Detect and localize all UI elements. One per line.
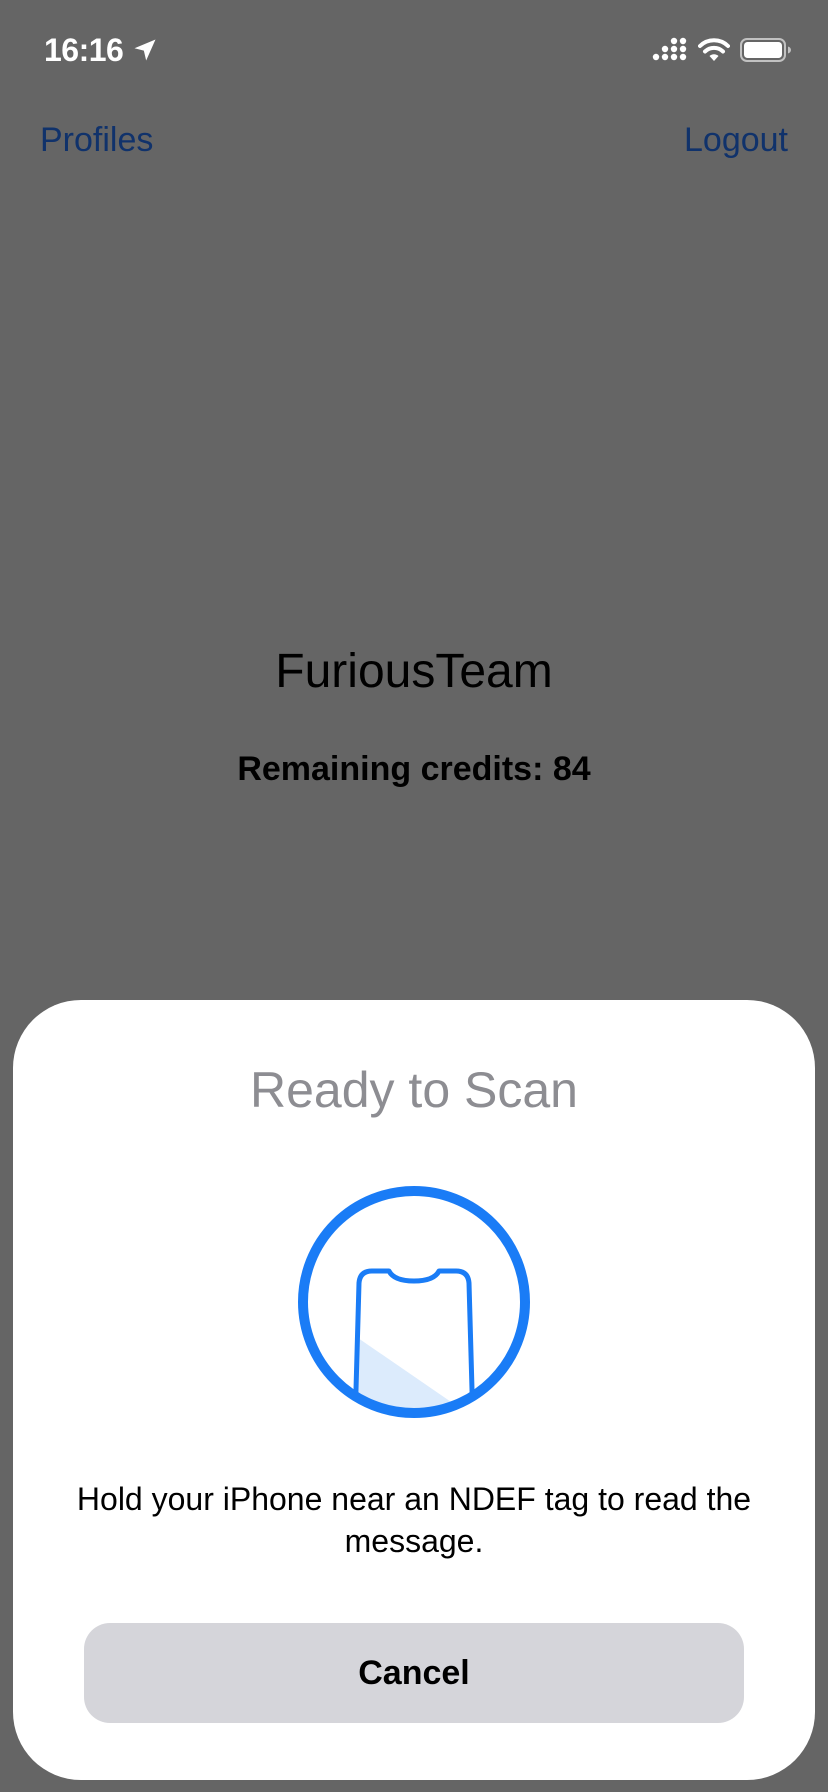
status-time: 16:16: [44, 31, 124, 68]
team-name: FuriousTeam: [275, 645, 553, 698]
phone-scan-icon: [298, 1186, 530, 1418]
nfc-scan-sheet: Ready to Scan Hold your iPhone near an N…: [13, 1000, 815, 1780]
remaining-credits: Remaining credits: 84: [237, 750, 591, 788]
location-arrow-icon: [134, 39, 156, 61]
wifi-icon: [698, 38, 730, 61]
cellular-signal-icon: [652, 37, 687, 61]
battery-icon: [740, 38, 791, 62]
cancel-button[interactable]: Cancel: [84, 1623, 744, 1723]
logout-button[interactable]: Logout: [684, 120, 788, 160]
scan-instruction: Hold your iPhone near an NDEF tag to rea…: [76, 1481, 752, 1559]
profiles-button[interactable]: Profiles: [40, 120, 153, 160]
status-indicators: [652, 34, 792, 66]
sheet-title: Ready to Scan: [250, 1062, 578, 1118]
status-bar: 16:16: [0, 0, 828, 100]
navigation-bar: Profiles Logout: [0, 112, 828, 168]
status-time-group: 16:16: [44, 30, 159, 70]
